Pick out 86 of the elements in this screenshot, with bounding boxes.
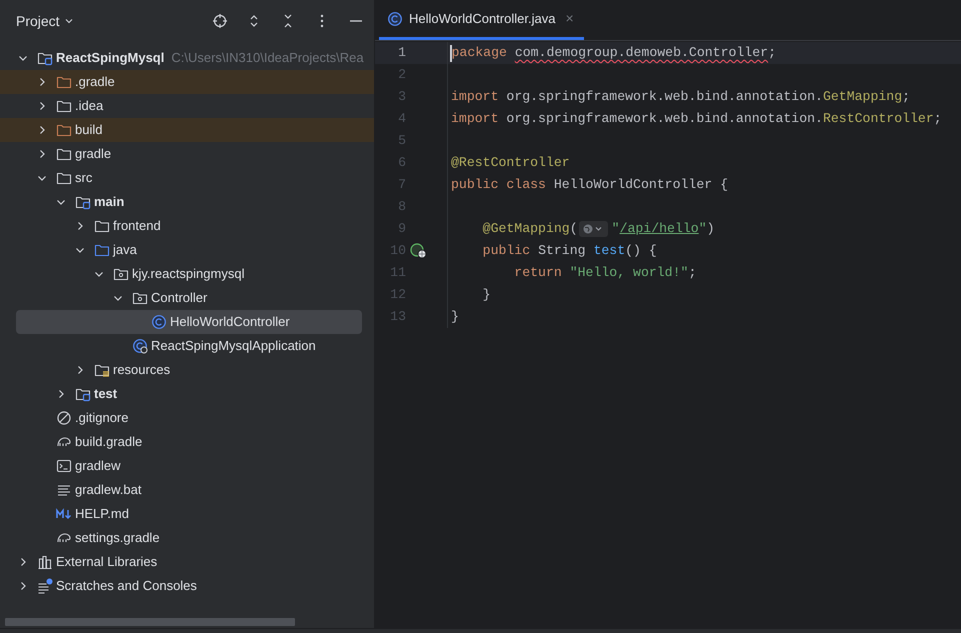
tree-item-label: kjy.reactspingmysql — [132, 265, 244, 284]
tree-item-label: HelloWorldController — [170, 313, 290, 332]
tree-item-label: .idea — [75, 97, 104, 116]
code-text: package com.demogroup.demoweb.Controller; — [452, 44, 776, 62]
tree-item-label: gradlew — [75, 457, 121, 476]
terminal-icon — [56, 458, 72, 474]
tree-item[interactable]: ReactSpingMysqlApplication — [0, 334, 374, 358]
tree-item[interactable]: gradle — [0, 142, 374, 166]
tree-item[interactable]: Controller — [0, 286, 374, 310]
tree-item[interactable]: java — [0, 238, 374, 262]
code-text: "/api/hello") — [610, 220, 715, 238]
tree-item-label: External Libraries — [56, 553, 158, 572]
tree-item[interactable]: .idea — [0, 94, 374, 118]
tree-item-label: ReactSpingMysql — [56, 49, 164, 68]
tree-item[interactable]: gradlew.bat — [0, 478, 374, 502]
code-text: import org.springframework.web.bind.annotation.RestController; — [450, 110, 942, 128]
tree-item-label: .gitignore — [75, 409, 128, 428]
module-folder-icon — [75, 194, 91, 210]
tree-item-label: gradlew.bat — [75, 481, 142, 500]
ignore-file-icon — [56, 410, 72, 426]
tree-item[interactable]: build — [0, 118, 374, 142]
code-text: return "Hello, world!"; — [513, 264, 696, 282]
project-view-dropdown[interactable]: Project — [16, 10, 74, 32]
tree-item-label: resources — [113, 361, 170, 380]
tree-item[interactable]: frontend — [0, 214, 374, 238]
scrollbar-thumb[interactable] — [5, 618, 295, 626]
tree-item-label: java — [113, 241, 137, 260]
tree-item[interactable]: HelloWorldController — [16, 310, 362, 334]
tree-item-label: Scratches and Consoles — [56, 577, 197, 596]
folder-icon — [56, 98, 72, 114]
project-path: C:\Users\IN310\IdeaProjects\Rea — [171, 49, 364, 68]
tree-item[interactable]: .gradle — [0, 70, 374, 94]
tree-item[interactable]: src — [0, 166, 374, 190]
folder-icon — [94, 218, 110, 234]
tree-item-label: src — [75, 169, 92, 188]
scratches-icon — [37, 578, 53, 594]
tree-item-label: frontend — [113, 217, 161, 236]
line-number: 1 — [397, 44, 406, 62]
tree-item-label: HELP.md — [75, 505, 129, 524]
class-icon — [387, 10, 403, 26]
tree-item[interactable]: .gitignore — [0, 406, 374, 430]
code-text: @RestController — [450, 154, 570, 172]
text-cursor — [450, 44, 452, 62]
endpoint-icon[interactable] — [410, 243, 428, 259]
tree-item-label: settings.gradle — [75, 529, 160, 548]
tree-item[interactable]: test — [0, 382, 374, 406]
crosshair-icon[interactable] — [212, 13, 228, 29]
folder-icon — [56, 74, 72, 90]
tree-item[interactable]: main — [0, 190, 374, 214]
resources-folder-icon — [94, 362, 110, 378]
chevron-down-icon — [64, 16, 74, 26]
code-text: import org.springframework.web.bind.annotation.GetMapping; — [450, 88, 910, 106]
folder-icon — [94, 242, 110, 258]
class-icon — [151, 314, 167, 330]
code-text: } — [450, 308, 459, 326]
globe-hint-icon[interactable] — [578, 221, 608, 237]
tree-item-label: ReactSpingMysqlApplication — [151, 337, 316, 356]
tree-item-label: .gradle — [75, 73, 115, 92]
folder-icon — [56, 170, 72, 186]
library-icon — [37, 554, 53, 570]
code-text: public String test() { — [482, 242, 657, 260]
tree-item-label: gradle — [75, 145, 112, 164]
tree-item[interactable]: build.gradle — [0, 430, 374, 454]
package-icon — [113, 266, 129, 282]
tree-item-label: main — [94, 193, 124, 212]
tree-item[interactable]: resources — [0, 358, 374, 382]
tree-item[interactable]: settings.gradle — [0, 526, 374, 550]
module-folder-icon — [75, 386, 91, 402]
tree-item-label: build — [75, 121, 102, 140]
code-text: } — [482, 286, 491, 304]
class-icon — [132, 338, 148, 354]
code-text: public class HelloWorldController { — [450, 176, 728, 194]
tree-item[interactable]: HELP.md — [0, 502, 374, 526]
tree-item[interactable]: External Libraries — [0, 550, 374, 574]
package-icon — [132, 290, 148, 306]
code-text: @GetMapping( — [482, 220, 578, 238]
tree-item[interactable]: gradlew — [0, 454, 374, 478]
tree-item-label: test — [94, 385, 118, 404]
tree-item-label: build.gradle — [75, 433, 142, 452]
module-folder-icon — [37, 50, 53, 66]
folder-icon — [56, 146, 72, 162]
tree-item[interactable]: Scratches and Consoles — [0, 574, 374, 598]
tree-item-label: Controller — [151, 289, 208, 308]
tree-item[interactable]: kjy.reactspingmysql — [0, 262, 374, 286]
folder-icon — [56, 122, 72, 138]
tree-item[interactable]: ReactSpingMysql C:\Users\IN310\IdeaProjects\Rea — [0, 46, 374, 70]
